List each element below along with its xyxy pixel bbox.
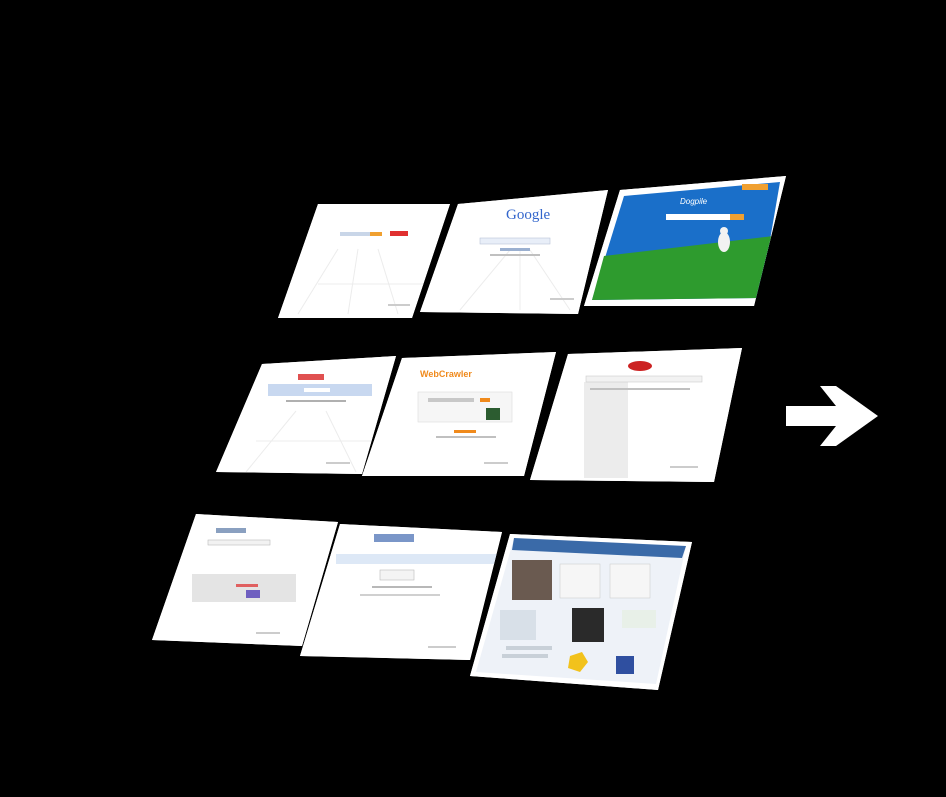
site-thumbnail[interactable] <box>470 534 692 690</box>
thumbnail-wall: Google Dogpile WebCrawler <box>0 0 946 797</box>
page-preview <box>530 348 742 482</box>
site-thumbnail[interactable]: Dogpile <box>584 176 786 306</box>
site-logo-text: WebCrawler <box>420 369 472 379</box>
page-preview <box>584 176 786 306</box>
page-preview <box>470 534 692 690</box>
arrow-right-icon <box>786 386 878 446</box>
site-thumbnail[interactable] <box>530 348 742 482</box>
next-page-button[interactable] <box>782 376 884 456</box>
site-logo-text: Google <box>506 207 551 223</box>
site-logo-text: Dogpile <box>680 197 708 206</box>
